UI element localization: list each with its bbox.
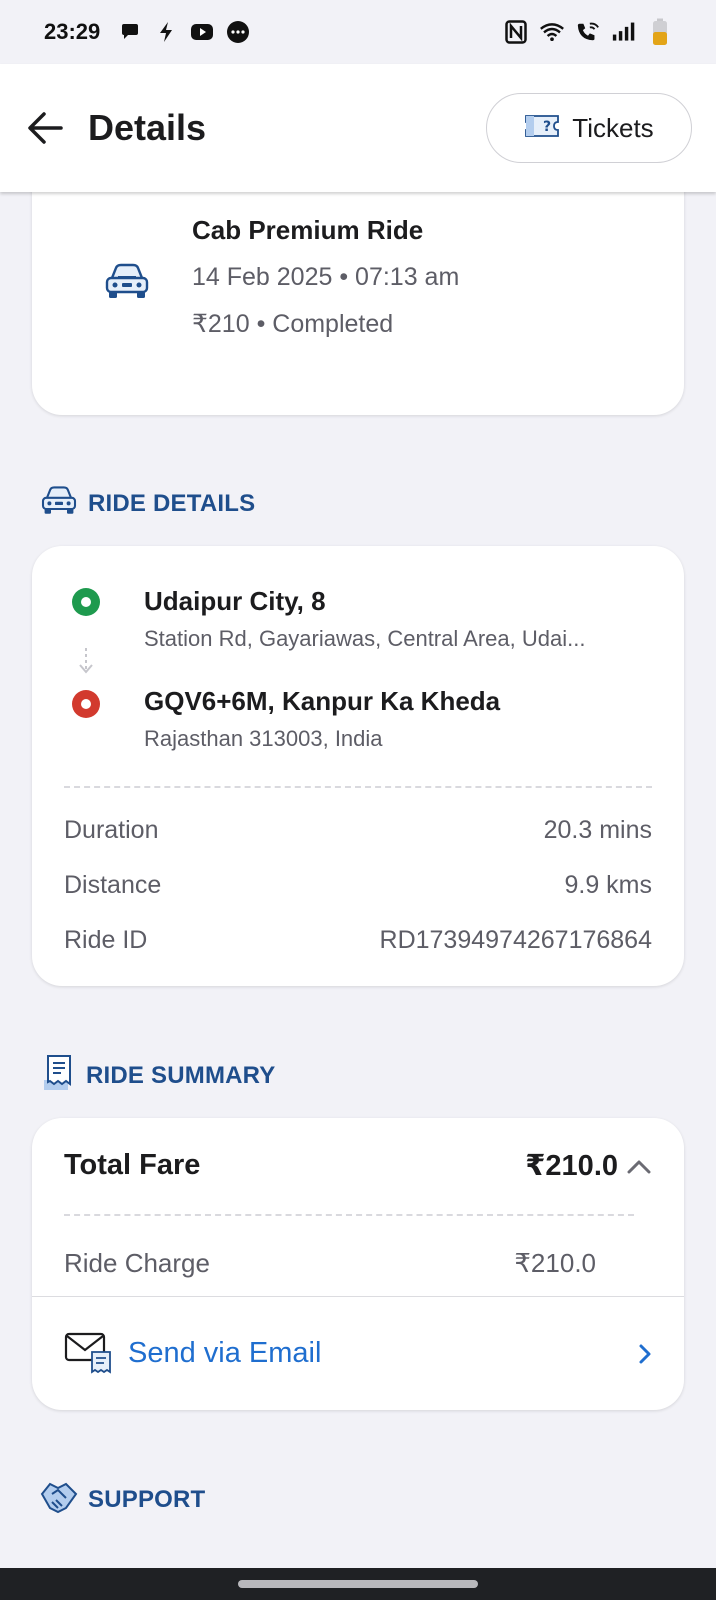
section-title: SUPPORT [88, 1485, 206, 1513]
send-email-button[interactable]: Send via Email [32, 1296, 684, 1410]
pickup-address: Station Rd, Gayariawas, Central Area, Ud… [144, 626, 586, 651]
ride-charge-label: Ride Charge [64, 1248, 210, 1278]
pickup-dot-icon [72, 588, 100, 616]
chevron-up-icon[interactable] [626, 1157, 652, 1175]
duration-row: Duration 20.3 mins [64, 816, 652, 845]
wifi-call-icon [576, 20, 600, 44]
section-title: RIDE DETAILS [88, 489, 256, 517]
total-fare-row[interactable]: Total Fare ₹210.0 [64, 1148, 652, 1183]
distance-row: Distance 9.9 kms [64, 871, 652, 900]
distance-value: 9.9 kms [564, 871, 652, 899]
drop-title: GQV6+6M, Kanpur Ka Kheda [144, 686, 501, 716]
status-bar: 23:29 [0, 0, 716, 64]
ride-price-status: ₹210 • Completed [192, 310, 394, 338]
signal-icon [612, 20, 636, 44]
drop-address: Rajasthan 313003, India [144, 726, 383, 751]
handshake-icon [40, 1480, 78, 1519]
page-title: Details [88, 107, 207, 148]
car-icon [104, 262, 150, 307]
arrow-left-icon [28, 112, 63, 144]
ride-details-header: RIDE DETAILS [40, 485, 255, 522]
arrow-down-icon [78, 646, 94, 681]
receipt-icon [40, 1054, 76, 1097]
support-header: SUPPORT [40, 1480, 205, 1519]
drop-dot-icon [72, 690, 100, 718]
battery-icon [648, 18, 672, 45]
back-button[interactable] [24, 107, 66, 149]
wifi-icon [540, 20, 564, 44]
dashed-divider [64, 786, 652, 788]
nfc-icon [504, 20, 528, 44]
send-email-label: Send via Email [128, 1337, 322, 1369]
tickets-label: Tickets [572, 112, 654, 143]
dashed-divider [64, 1214, 634, 1216]
ride-type: Cab Premium Ride [192, 215, 424, 245]
status-time: 23:29 [44, 19, 101, 44]
ride-summary-header: RIDE SUMMARY [40, 1054, 276, 1097]
svg-text:?: ? [543, 119, 551, 135]
pickup-title: Udaipur City, 8 [144, 586, 326, 616]
ride-charge-row: Ride Charge ₹210.0 [64, 1248, 596, 1279]
ride-id-label: Ride ID [64, 926, 148, 954]
car-icon [40, 485, 78, 522]
ride-id-row: Ride ID RD17394974267176864 [64, 926, 652, 955]
top-app-bar: Details ? Tickets [0, 64, 716, 192]
total-fare-value: ₹210.0 [525, 1150, 618, 1182]
duration-label: Duration [64, 816, 159, 844]
chat-bubble-icon [118, 20, 142, 44]
system-icons [504, 18, 672, 45]
tickets-button[interactable]: ? Tickets [486, 93, 692, 163]
notification-icons [118, 20, 250, 44]
ride-id-value: RD17394974267176864 [379, 926, 652, 954]
ride-details-card: Udaipur City, 8 Station Rd, Gayariawas, … [32, 546, 684, 986]
home-gesture-handle[interactable] [238, 1580, 478, 1588]
ticket-icon: ? [524, 112, 560, 145]
ride-summary-card: Total Fare ₹210.0 Ride Charge ₹210.0 Sen… [32, 1118, 684, 1410]
chevron-right-icon [638, 1343, 652, 1365]
duration-value: 20.3 mins [543, 816, 652, 844]
distance-label: Distance [64, 871, 162, 899]
total-fare-label: Total Fare [64, 1149, 201, 1181]
system-nav-bar [0, 1568, 716, 1600]
ride-charge-value: ₹210.0 [514, 1248, 596, 1278]
messenger-icon [226, 20, 250, 44]
email-icon [64, 1328, 112, 1379]
section-title: RIDE SUMMARY [86, 1061, 276, 1089]
ride-datetime: 14 Feb 2025 • 07:13 am [192, 263, 460, 291]
bolt-icon [154, 20, 178, 44]
youtube-icon [190, 20, 214, 44]
